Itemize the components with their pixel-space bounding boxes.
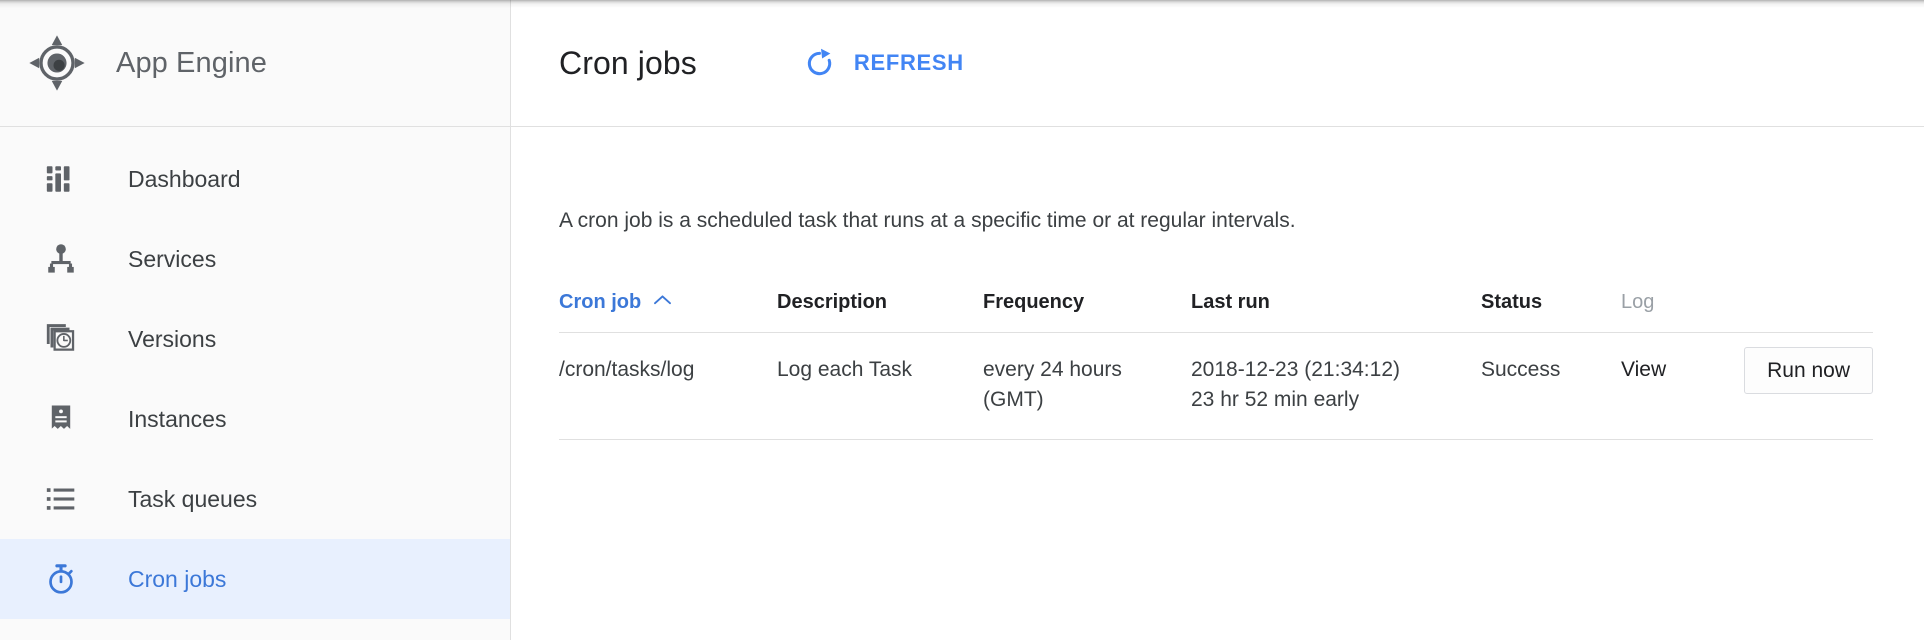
column-header-status[interactable]: Status [1481, 289, 1621, 334]
cell-description: Log each Task [777, 332, 983, 441]
column-header-log: Log [1621, 289, 1711, 334]
versions-icon [46, 324, 75, 351]
cell-log: View [1621, 332, 1711, 441]
run-now-button[interactable]: Run now [1744, 347, 1873, 395]
last-run-offset: 23 hr 52 min early [1191, 388, 1360, 412]
sidebar-item-label: Versions [128, 325, 217, 352]
stopwatch-icon [49, 564, 73, 594]
last-run-timestamp: 2018-12-23 (21:34:12) [1191, 358, 1400, 382]
table-row: /cron/tasks/log Log each Task every 24 h… [559, 332, 1873, 441]
table-header-row: Cron job Description Frequency Last run … [559, 289, 1873, 334]
sidebar-item-label: Instances [128, 405, 227, 432]
app-engine-logo-icon [29, 35, 85, 91]
dashboard-icon [46, 166, 70, 192]
refresh-icon [807, 48, 832, 75]
column-header-label: Description [777, 291, 888, 314]
intro-text: A cron job is a scheduled task that runs… [559, 209, 1296, 232]
refresh-button[interactable]: REFRESH [793, 39, 974, 88]
sidebar-item-label: Task queues [128, 485, 258, 512]
sidebar-item-dashboard[interactable]: Dashboard [0, 139, 510, 219]
sidebar-nav: Dashboard Services Versions Instances Ta… [0, 127, 510, 619]
sidebar-item-label: Services [128, 245, 217, 272]
sidebar-item-services[interactable]: Services [0, 219, 510, 299]
sidebar-item-versions[interactable]: Versions [0, 299, 510, 379]
instances-icon [51, 405, 71, 429]
view-log-link[interactable]: View [1621, 358, 1666, 381]
app-root: App Engine Dashboard Services Versions I… [0, 0, 1924, 640]
sort-ascending-icon [653, 289, 672, 312]
cell-last-run: 2018-12-23 (21:34:12) 23 hr 52 min early [1191, 332, 1481, 441]
content-area: Cron jobs REFRESH A cron job is a schedu… [511, 0, 1924, 640]
cell-cron-job: /cron/tasks/log [559, 332, 777, 441]
frequency-line-2: (GMT) [983, 388, 1044, 412]
table-body: /cron/tasks/log Log each Task every 24 h… [559, 332, 1873, 441]
column-header-frequency[interactable]: Frequency [983, 289, 1191, 334]
sidebar-item-label: Cron jobs [128, 565, 227, 592]
brand-header[interactable]: App Engine [0, 0, 510, 127]
cell-frequency: every 24 hours (GMT) [983, 332, 1191, 441]
column-header-actions [1711, 289, 1873, 334]
column-header-label: Frequency [983, 291, 1085, 314]
page-title: Cron jobs [559, 44, 697, 81]
cell-action: Run now [1711, 332, 1873, 441]
services-icon [48, 244, 74, 273]
column-header-label: Log [1621, 291, 1655, 314]
brand-title: App Engine [116, 46, 267, 79]
sidebar-item-label: Dashboard [128, 165, 241, 192]
table-header: Cron job Description Frequency Last run … [559, 289, 1873, 334]
column-header-label: Cron job [559, 291, 642, 314]
sidebar-item-task-queues[interactable]: Task queues [0, 459, 510, 539]
column-header-cron-job[interactable]: Cron job [559, 289, 777, 334]
sidebar: App Engine Dashboard Services Versions I… [0, 0, 511, 640]
column-header-last-run[interactable]: Last run [1191, 289, 1481, 334]
task-queues-icon [46, 488, 75, 510]
refresh-button-label: REFRESH [853, 50, 964, 75]
content-body: A cron job is a scheduled task that runs… [511, 148, 1924, 441]
cell-status: Success [1481, 332, 1621, 441]
cron-jobs-table: Cron job Description Frequency Last run … [559, 289, 1873, 441]
frequency-line-1: every 24 hours [983, 358, 1122, 382]
column-header-label: Status [1481, 291, 1543, 314]
column-header-description[interactable]: Description [777, 289, 983, 334]
sidebar-item-instances[interactable]: Instances [0, 379, 510, 459]
sidebar-item-cron-jobs[interactable]: Cron jobs [0, 539, 510, 619]
content-header: Cron jobs REFRESH [511, 0, 1924, 127]
column-header-label: Last run [1191, 291, 1270, 314]
